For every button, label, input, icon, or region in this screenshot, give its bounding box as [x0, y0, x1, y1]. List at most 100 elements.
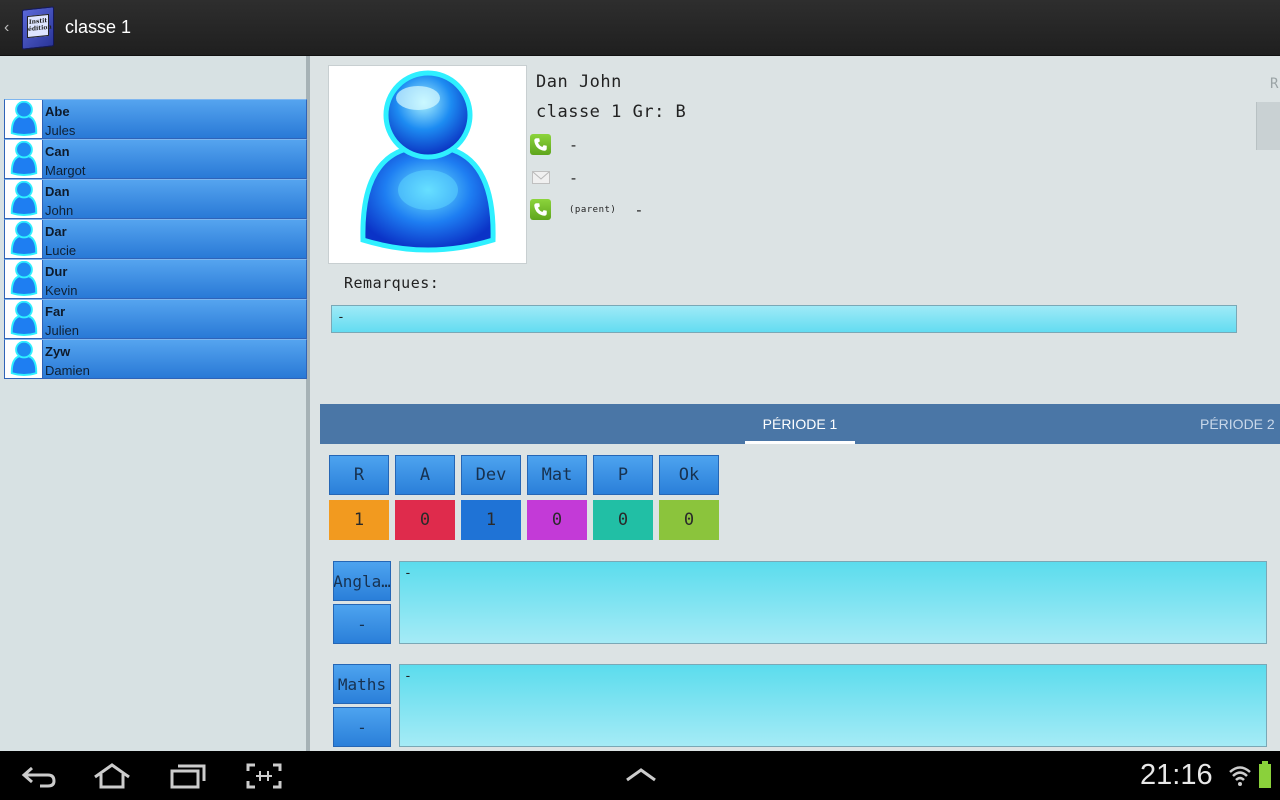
student-list-item[interactable]: Abe Jules: [4, 99, 307, 139]
back-icon[interactable]: [20, 763, 58, 789]
student-last-name: Dur: [45, 264, 68, 279]
student-list-item[interactable]: Dur Kevin: [4, 259, 307, 299]
student-name: Dan John: [536, 72, 622, 92]
student-avatar-icon: [10, 341, 37, 376]
tab-periode-1[interactable]: PÉRIODE 1: [745, 404, 855, 444]
student-avatar-icon: [10, 141, 37, 176]
edge-letter: R: [1270, 76, 1279, 92]
action-bar: ‹ Instit édition classe 1: [0, 0, 1280, 56]
student-avatar: [5, 260, 43, 298]
student-avatar: [5, 180, 43, 218]
student-info: Dan John classe 1 Gr: B - - (parent) -: [530, 72, 686, 220]
student-avatar-icon: [10, 181, 37, 216]
chevron-up-icon[interactable]: [624, 767, 658, 783]
student-detail-pane: Dan John classe 1 Gr: B - - (parent) - R…: [314, 56, 1280, 751]
student-names: Abe Jules: [43, 100, 75, 138]
counter-value[interactable]: 0: [659, 500, 719, 540]
phone-row: -: [530, 134, 578, 155]
student-avatar: [5, 140, 43, 178]
student-names: Dur Kevin: [43, 260, 78, 298]
counter-button[interactable]: R: [329, 455, 389, 495]
student-names: Zyw Damien: [43, 340, 90, 378]
action-bar-title: classe 1: [65, 17, 132, 37]
subject-note-field[interactable]: -: [399, 561, 1267, 644]
student-list-item[interactable]: Dar Lucie: [4, 219, 307, 259]
parent-phone-icon[interactable]: [530, 199, 551, 220]
app-icon-label: Instit édition: [27, 13, 52, 38]
class-group: classe 1 Gr: B: [536, 102, 687, 122]
parent-phone-row: (parent) -: [530, 199, 643, 220]
student-avatar-icon: [10, 301, 37, 336]
student-avatar-icon: [10, 221, 37, 256]
subject-note-field[interactable]: -: [399, 664, 1267, 747]
phone-icon[interactable]: [530, 134, 551, 155]
student-list: Abe Jules Can Margot Dan John Dar Lucie Dur Kevin…: [4, 99, 307, 379]
subject-name-button[interactable]: Maths: [333, 664, 391, 704]
counter-value[interactable]: 0: [395, 500, 455, 540]
student-last-name: Dar: [45, 224, 67, 239]
tab-periode-2[interactable]: PÉRIODE 2: [1200, 404, 1280, 444]
student-list-item[interactable]: Dan John: [4, 179, 307, 219]
remarks-label: Remarques:: [344, 274, 440, 292]
counter-button[interactable]: Dev: [461, 455, 521, 495]
student-first-name: John: [45, 203, 74, 218]
subject-grade-button[interactable]: -: [333, 604, 391, 644]
student-first-name: Damien: [45, 363, 90, 378]
parent-phone-value: -: [634, 200, 644, 219]
student-names: Dar Lucie: [43, 220, 76, 258]
student-avatar: [5, 100, 43, 138]
counter-button[interactable]: P: [593, 455, 653, 495]
student-avatar-icon: [10, 261, 37, 296]
student-names: Can Margot: [43, 140, 85, 178]
student-avatar: [5, 300, 43, 338]
phone-value: -: [569, 135, 579, 154]
counter-button[interactable]: Mat: [527, 455, 587, 495]
remarks-field[interactable]: -: [331, 305, 1237, 333]
counter-value[interactable]: 0: [527, 500, 587, 540]
wifi-icon: [1229, 766, 1251, 786]
screenshot-icon[interactable]: [246, 763, 282, 789]
student-list-item[interactable]: Can Margot: [4, 139, 307, 179]
subject-name-button[interactable]: Angla…: [333, 561, 391, 601]
counter-button[interactable]: A: [395, 455, 455, 495]
recent-apps-icon[interactable]: [170, 763, 206, 789]
up-caret-icon[interactable]: ‹: [4, 19, 14, 37]
user-avatar-icon: [359, 70, 496, 252]
status-clock: 21:16: [1140, 759, 1213, 791]
student-last-name: Can: [45, 144, 70, 159]
student-first-name: Lucie: [45, 243, 77, 258]
student-list-item[interactable]: Zyw Damien: [4, 339, 307, 379]
student-names: Dan John: [43, 180, 73, 218]
edge-button[interactable]: [1256, 102, 1280, 150]
email-row: -: [530, 167, 578, 188]
student-list-pane: Abe Jules Can Margot Dan John Dar Lucie Dur Kevin…: [0, 56, 310, 751]
student-avatar-icon: [10, 101, 37, 136]
email-icon[interactable]: [530, 167, 551, 188]
counter-value[interactable]: 1: [461, 500, 521, 540]
counter-value[interactable]: 0: [593, 500, 653, 540]
student-photo[interactable]: [328, 65, 527, 264]
battery-icon: [1259, 761, 1271, 788]
student-first-name: Julien: [45, 323, 79, 338]
student-first-name: Jules: [45, 123, 76, 138]
main-content: Abe Jules Can Margot Dan John Dar Lucie Dur Kevin…: [0, 56, 1280, 751]
counter-button[interactable]: Ok: [659, 455, 719, 495]
home-icon[interactable]: [92, 763, 132, 789]
student-last-name: Abe: [45, 104, 70, 119]
student-first-name: Margot: [45, 163, 86, 178]
system-nav-bar: 21:16: [0, 751, 1280, 800]
student-list-item[interactable]: Far Julien: [4, 299, 307, 339]
student-first-name: Kevin: [45, 283, 78, 298]
student-names: Far Julien: [43, 300, 79, 338]
student-avatar: [5, 220, 43, 258]
student-avatar: [5, 340, 43, 378]
parent-label: (parent): [569, 204, 617, 215]
subject-grade-button[interactable]: -: [333, 707, 391, 747]
book-app-icon[interactable]: Instit édition: [16, 5, 56, 50]
email-value: -: [569, 168, 579, 187]
student-last-name: Far: [45, 304, 66, 319]
period-tabs: PÉRIODE 1 PÉRIODE 2: [320, 404, 1280, 444]
student-last-name: Zyw: [45, 344, 71, 359]
student-last-name: Dan: [45, 184, 70, 199]
counter-value[interactable]: 1: [329, 500, 389, 540]
